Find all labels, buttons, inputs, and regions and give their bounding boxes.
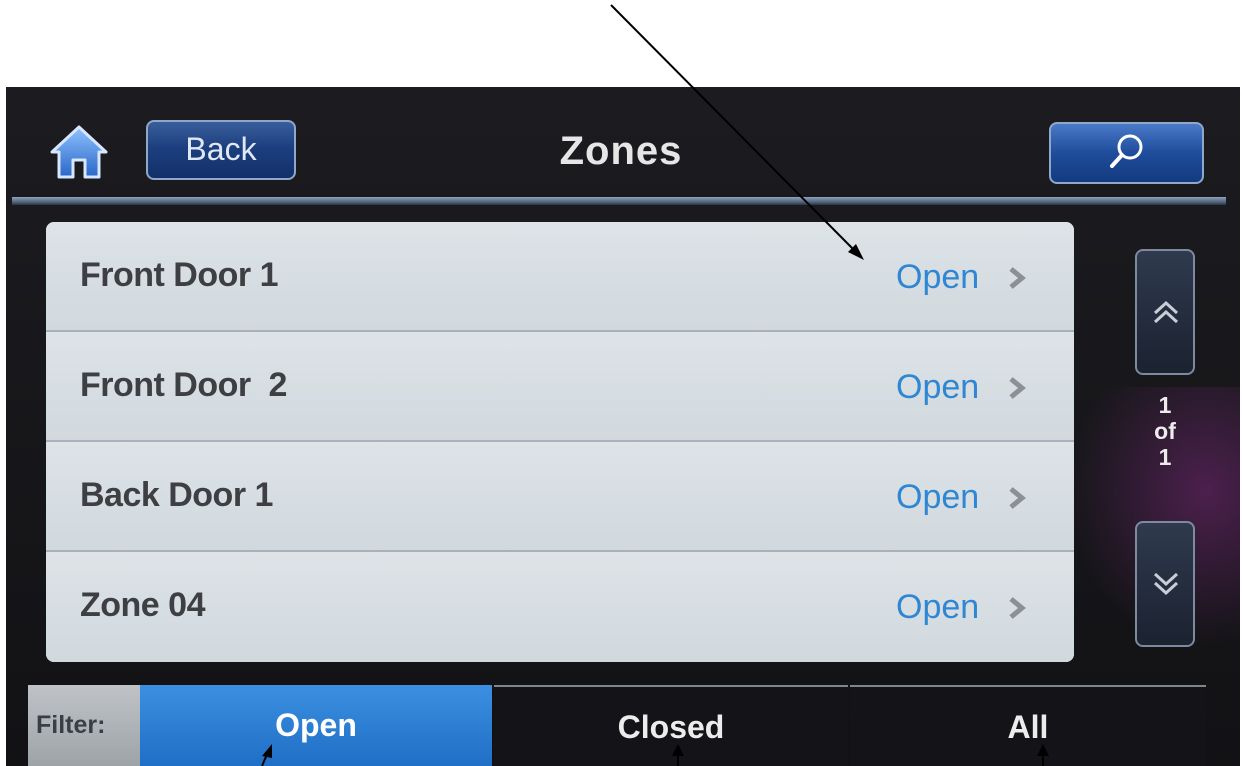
double-chevron-down-icon bbox=[1153, 572, 1179, 596]
filter-tab-open[interactable]: Open bbox=[140, 685, 492, 766]
home-icon bbox=[50, 125, 108, 179]
chevron-right-icon bbox=[1009, 377, 1026, 399]
zone-row[interactable]: Front Door 2 Open bbox=[46, 332, 1074, 442]
back-button[interactable]: Back bbox=[146, 120, 296, 180]
filter-tab-all[interactable]: All bbox=[850, 685, 1206, 766]
zone-name: Zone 04 bbox=[80, 586, 205, 624]
search-button[interactable] bbox=[1049, 122, 1204, 184]
zone-status: Open bbox=[896, 368, 980, 406]
zone-row[interactable]: Front Door 1 Open bbox=[46, 222, 1074, 332]
scroll-up-button[interactable] bbox=[1135, 249, 1195, 375]
zone-name: Front Door 1 bbox=[80, 256, 278, 294]
filter-label: Filter: bbox=[28, 685, 140, 766]
zone-row[interactable]: Back Door 1 Open bbox=[46, 442, 1074, 552]
search-icon bbox=[1110, 134, 1143, 168]
page-of-label: of bbox=[1154, 418, 1176, 444]
chevron-right-icon bbox=[1009, 267, 1026, 289]
header-divider bbox=[12, 197, 1226, 205]
zone-name: Front Door 2 bbox=[80, 366, 287, 404]
filter-tab-closed[interactable]: Closed bbox=[494, 685, 848, 766]
zone-status: Open bbox=[896, 258, 980, 296]
scroll-down-button[interactable] bbox=[1135, 521, 1195, 647]
filter-bar: Filter: Open Closed All bbox=[6, 685, 1240, 766]
double-chevron-up-icon bbox=[1153, 300, 1179, 324]
page-current: 1 bbox=[1158, 392, 1172, 418]
chevron-right-icon bbox=[1009, 487, 1026, 509]
zone-list: Front Door 1 Open Front Door 2 Open Back… bbox=[46, 222, 1074, 662]
zone-row[interactable]: Zone 04 Open bbox=[46, 552, 1074, 662]
page-total: 1 bbox=[1158, 444, 1172, 470]
page-title: Zones bbox=[559, 129, 683, 173]
page-indicator: 1 of 1 bbox=[1135, 392, 1195, 470]
zone-status: Open bbox=[896, 478, 980, 516]
zone-status: Open bbox=[896, 588, 980, 626]
home-button[interactable] bbox=[48, 122, 110, 180]
chevron-right-icon bbox=[1009, 597, 1026, 619]
device-screen: Back Zones Front Door 1 Open Front Door … bbox=[6, 87, 1240, 766]
zone-name: Back Door 1 bbox=[80, 476, 273, 514]
